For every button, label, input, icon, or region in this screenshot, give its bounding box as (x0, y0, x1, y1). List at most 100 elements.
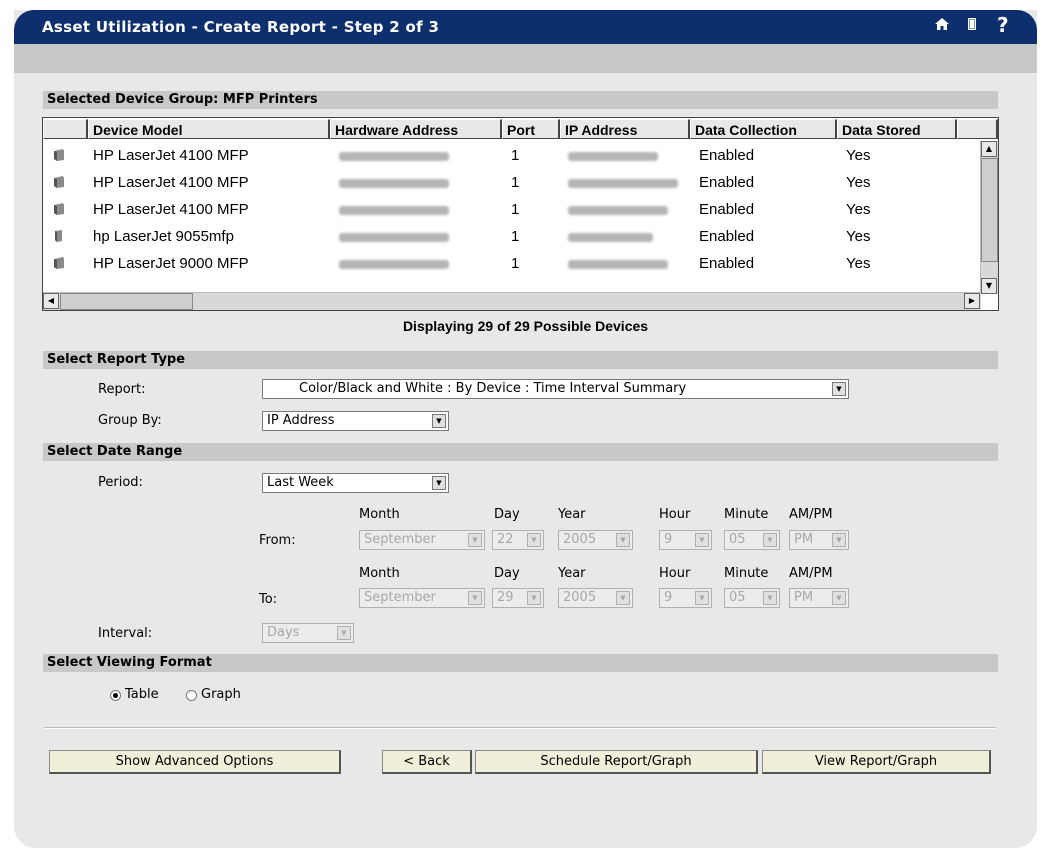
section-divider (44, 727, 996, 729)
period-select[interactable]: Last Week ▼ (262, 473, 449, 493)
table-row[interactable]: hp LaserJet 9055mfp 1 Enabled Yes (43, 224, 978, 250)
device-model-cell: HP LaserJet 4100 MFP (93, 147, 249, 164)
ip-address-redacted (568, 206, 668, 215)
report-select[interactable]: Color/Black and White : By Device : Time… (262, 379, 849, 399)
to-day-header: Day (494, 566, 520, 581)
scroll-up-button[interactable]: ▲ (981, 141, 997, 157)
show-advanced-options-button[interactable]: Show Advanced Options (49, 750, 341, 774)
from-year-select[interactable]: 2005 ▼ (558, 530, 633, 550)
from-minute-header: Minute (724, 507, 769, 522)
to-label: To: (259, 592, 278, 607)
book-icon[interactable] (964, 16, 980, 37)
column-header-data-stored[interactable]: Data Stored (837, 119, 957, 139)
report-type-header: Select Report Type (43, 351, 998, 369)
home-icon[interactable] (934, 16, 950, 37)
back-button[interactable]: < Back (382, 750, 472, 774)
printer-icon (54, 149, 64, 161)
from-ampm-select[interactable]: PM ▼ (789, 530, 849, 550)
chevron-down-icon: ▼ (832, 533, 846, 547)
ip-address-redacted (568, 260, 668, 269)
data-stored-cell: Yes (846, 255, 871, 272)
from-ampm-header: AM/PM (789, 507, 833, 522)
scroll-right-button[interactable]: ▶ (964, 293, 980, 309)
table-header: Device Model Hardware Address Port IP Ad… (43, 118, 998, 140)
to-month-select[interactable]: September ▼ (359, 588, 485, 608)
chevron-down-icon: ▼ (763, 533, 777, 547)
help-icon[interactable]: ? (997, 13, 1009, 37)
table-row[interactable]: HP LaserJet 4100 MFP 1 Enabled Yes (43, 170, 978, 196)
window-title: Asset Utilization - Create Report - Step… (42, 18, 440, 36)
from-minute-select[interactable]: 05 ▼ (724, 530, 780, 550)
port-cell: 1 (511, 228, 520, 245)
from-month-select[interactable]: September ▼ (359, 530, 485, 550)
port-cell: 1 (511, 255, 520, 272)
horizontal-scrollbar[interactable]: ◀ ▶ (43, 292, 981, 310)
table-row[interactable]: HP LaserJet 4100 MFP 1 Enabled Yes (43, 143, 978, 169)
toolbar-strip (14, 44, 1037, 73)
ip-address-redacted (568, 179, 678, 188)
to-hour-header: Hour (659, 566, 691, 581)
from-day-select[interactable]: 22 ▼ (492, 530, 544, 550)
column-header-device-model[interactable]: Device Model (88, 119, 330, 139)
vertical-scroll-thumb[interactable] (981, 158, 998, 262)
data-stored-cell: Yes (846, 174, 871, 191)
column-header-icon (43, 119, 88, 139)
report-panel: Asset Utilization - Create Report - Step… (14, 10, 1037, 848)
to-minute-header: Minute (724, 566, 769, 581)
column-header-port[interactable]: Port (502, 119, 560, 139)
chevron-down-icon: ▼ (468, 533, 482, 547)
from-ampm-value: PM (794, 532, 814, 547)
to-day-value: 29 (497, 590, 514, 605)
chevron-down-icon: ▼ (527, 591, 541, 605)
table-row[interactable]: HP LaserJet 9000 MFP 1 Enabled Yes (43, 251, 978, 277)
to-hour-value: 9 (664, 590, 673, 605)
to-month-value: September (364, 590, 436, 605)
interval-value: Days (267, 625, 300, 640)
graph-radio-label[interactable]: Graph (201, 687, 241, 702)
port-cell: 1 (511, 174, 520, 191)
horizontal-scroll-thumb[interactable] (60, 293, 193, 310)
to-ampm-header: AM/PM (789, 566, 833, 581)
to-minute-select[interactable]: 05 ▼ (724, 588, 780, 608)
column-header-data-collection[interactable]: Data Collection (690, 119, 837, 139)
to-year-select[interactable]: 2005 ▼ (558, 588, 633, 608)
column-header-hardware-address[interactable]: Hardware Address (330, 119, 502, 139)
to-year-header: Year (558, 566, 586, 581)
scroll-left-button[interactable]: ◀ (43, 293, 59, 309)
data-collection-cell: Enabled (699, 255, 755, 272)
group-by-select[interactable]: IP Address ▼ (262, 411, 449, 431)
chevron-down-icon: ▼ (616, 533, 630, 547)
chevron-down-icon: ▼ (527, 533, 541, 547)
schedule-report-button[interactable]: Schedule Report/Graph (475, 750, 758, 774)
device-group-header: Selected Device Group: MFP Printers (43, 91, 998, 109)
from-day-value: 22 (497, 532, 514, 547)
from-minute-value: 05 (729, 532, 746, 547)
to-day-select[interactable]: 29 ▼ (492, 588, 544, 608)
to-hour-select[interactable]: 9 ▼ (659, 588, 712, 608)
interval-select[interactable]: Days ▼ (262, 623, 354, 643)
from-hour-select[interactable]: 9 ▼ (659, 530, 712, 550)
hardware-address-redacted (339, 233, 449, 242)
column-header-ip-address[interactable]: IP Address (560, 119, 690, 139)
to-ampm-value: PM (794, 590, 814, 605)
scroll-down-button[interactable]: ▼ (981, 278, 997, 294)
interval-label: Interval: (98, 626, 153, 641)
view-report-button[interactable]: View Report/Graph (762, 750, 991, 774)
table-row[interactable]: HP LaserJet 4100 MFP 1 Enabled Yes (43, 197, 978, 223)
table-radio-label[interactable]: Table (125, 687, 159, 702)
from-month-header: Month (359, 507, 400, 522)
printer-icon (55, 230, 62, 242)
group-by-select-value: IP Address (267, 413, 335, 428)
table-radio[interactable] (110, 690, 121, 701)
viewing-format-header: Select Viewing Format (43, 654, 998, 672)
to-minute-value: 05 (729, 590, 746, 605)
group-by-label: Group By: (98, 413, 162, 428)
report-select-value: Color/Black and White : By Device : Time… (299, 381, 687, 396)
graph-radio[interactable] (186, 690, 197, 701)
vertical-scrollbar[interactable]: ▲ ▼ (980, 141, 998, 294)
from-hour-value: 9 (664, 532, 673, 547)
device-model-cell: HP LaserJet 4100 MFP (93, 201, 249, 218)
chevron-down-icon: ▼ (337, 626, 351, 640)
device-model-cell: hp LaserJet 9055mfp (93, 228, 234, 245)
to-ampm-select[interactable]: PM ▼ (789, 588, 849, 608)
